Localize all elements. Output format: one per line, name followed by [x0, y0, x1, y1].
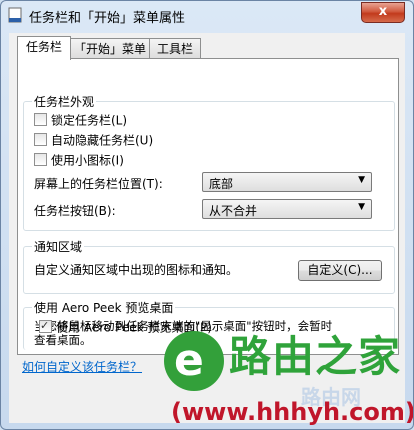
- small-icons-label: 使用小图标(I): [51, 153, 124, 168]
- chevron-down-icon: ▼: [358, 202, 365, 212]
- lock-taskbar-checkbox[interactable]: 锁定任务栏(L): [34, 112, 127, 128]
- help-link[interactable]: 如何自定义该任务栏？: [22, 358, 142, 375]
- taskbar-buttons-select[interactable]: 从不合并 ▼: [202, 199, 372, 219]
- watermark-title: 路由之家: [229, 332, 402, 381]
- notification-description: 自定义通知区域中出现的图标和通知。: [34, 263, 239, 277]
- taskbar-buttons-label: 任务栏按钮(B):: [34, 204, 116, 218]
- auto-hide-label: 自动隐藏任务栏(U): [51, 133, 154, 148]
- auto-hide-checkbox[interactable]: 自动隐藏任务栏(U): [34, 132, 153, 148]
- watermark-logo-letter: e: [174, 335, 204, 386]
- aero-peek-group-title: 使用 Aero Peek 预览桌面: [32, 299, 176, 316]
- tab-panel: 任务栏外观 锁定任务栏(L) 自动隐藏任务栏(U) 使用小图标(I) 屏幕上的任…: [17, 58, 399, 355]
- tab-taskbar[interactable]: 任务栏: [17, 36, 71, 60]
- appearance-group-title: 任务栏外观: [32, 93, 97, 110]
- taskbar-buttons-value: 从不合并: [209, 204, 258, 218]
- aero-peek-box[interactable]: [39, 318, 52, 334]
- lock-taskbar-box[interactable]: [34, 113, 47, 126]
- taskbar-app-icon: [8, 7, 22, 23]
- customize-button[interactable]: 自定义(C)...: [298, 260, 382, 281]
- taskbar-position-value: 底部: [209, 177, 234, 191]
- appearance-group: 任务栏外观 锁定任务栏(L) 自动隐藏任务栏(U) 使用小图标(I) 屏幕上的任…: [23, 93, 395, 231]
- small-icons-checkbox[interactable]: 使用小图标(I): [34, 152, 124, 168]
- auto-hide-box[interactable]: [34, 133, 47, 146]
- small-icons-box[interactable]: [34, 153, 47, 166]
- properties-window: 任务栏和「开始」菜单属性 x 任务栏 「开始」菜单 工具栏 任务栏外观 锁定任务…: [0, 0, 414, 430]
- lock-taskbar-label: 锁定任务栏(L): [51, 113, 128, 128]
- tab-toolbars[interactable]: 工具栏: [149, 38, 201, 59]
- taskbar-position-select[interactable]: 底部 ▼: [202, 172, 372, 192]
- taskbar-position-label: 屏幕上的任务栏位置(T):: [34, 177, 163, 191]
- chevron-down-icon: ▼: [358, 175, 365, 185]
- notification-group: 通知区域 自定义通知区域中出现的图标和通知。 自定义(C)...: [23, 238, 395, 294]
- title-bar[interactable]: 任务栏和「开始」菜单属性 x: [1, 1, 413, 29]
- window-title: 任务栏和「开始」菜单属性: [29, 11, 186, 26]
- watermark-url: (www.hhhyh.com): [171, 398, 414, 426]
- close-button[interactable]: x: [361, 2, 405, 23]
- notification-group-title: 通知区域: [32, 238, 85, 255]
- watermark-logo-icon: e: [164, 331, 224, 391]
- tab-start-menu[interactable]: 「开始」菜单: [69, 38, 151, 59]
